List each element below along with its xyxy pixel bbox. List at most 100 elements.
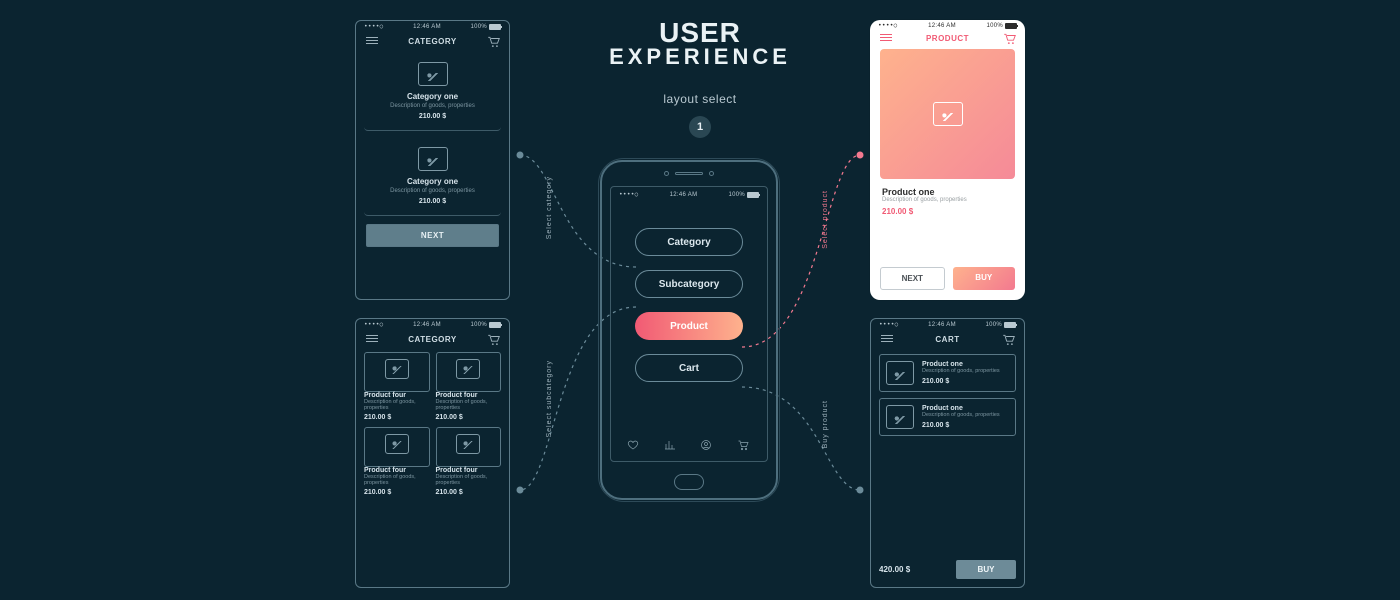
stats-icon[interactable] [664, 439, 678, 453]
signal-icon: ••••○ [878, 22, 898, 29]
menu-icon[interactable] [366, 36, 378, 46]
buy-button[interactable]: BUY [956, 560, 1016, 579]
category-card[interactable]: Category one Description of goods, prope… [364, 54, 501, 131]
image-icon [456, 359, 480, 379]
cart-icon[interactable] [737, 439, 751, 453]
image-icon [385, 434, 409, 454]
image-icon [418, 147, 448, 171]
profile-icon[interactable] [700, 439, 714, 453]
status-bar: ••••○ 12:46 AM 100% [870, 20, 1025, 29]
product-price: 210.00 $ [436, 489, 502, 496]
product-name: Product four [436, 467, 502, 474]
category-price: 210.00 $ [368, 198, 497, 205]
subtitle: layout select [0, 92, 1400, 106]
battery-icon: 100% [728, 192, 759, 198]
product-desc: Description of goods, properties [364, 474, 430, 486]
battery-icon: 100% [986, 23, 1017, 29]
menu-product[interactable]: Product [635, 312, 743, 340]
image-icon [886, 361, 914, 385]
cart-icon[interactable] [1002, 334, 1014, 344]
battery-icon: 100% [470, 322, 501, 328]
product-tile[interactable] [436, 352, 502, 392]
menu-subcategory[interactable]: Subcategory [635, 270, 743, 298]
product-desc: Description of goods, properties [436, 474, 502, 486]
screen-subcategory: ••••○ 12:46 AM 100% CATEGORY Product fou… [355, 318, 510, 588]
signal-icon: ••••○ [619, 191, 639, 198]
screen-title: PRODUCT [926, 34, 969, 43]
product-tile[interactable] [436, 427, 502, 467]
status-bar: ••••○ 12:46 AM 100% [871, 319, 1024, 328]
product-price: 210.00 $ [364, 489, 430, 496]
product-desc: Description of goods, properties [882, 197, 1013, 203]
screen-title: CATEGORY [408, 37, 456, 46]
status-time: 12:46 AM [413, 24, 441, 30]
next-button[interactable]: NEXT [366, 224, 499, 247]
category-price: 210.00 $ [368, 113, 497, 120]
status-bar: ••••○ 12:46 AM 100% [356, 319, 509, 328]
connector-label-cart: Buy product [822, 400, 829, 448]
menu-icon[interactable] [880, 33, 892, 43]
status-time: 12:46 AM [928, 322, 956, 328]
category-desc: Description of goods, properties [368, 188, 497, 194]
connector-label-subcategory: Select subcategory [546, 360, 553, 438]
image-icon [886, 405, 914, 429]
cart-item-name: Product one [922, 361, 1000, 368]
screen-title: CART [935, 335, 959, 344]
product-name: Product four [436, 392, 502, 399]
image-icon [933, 102, 963, 126]
headline: USER EXPERIENCE [0, 22, 1400, 70]
signal-icon: ••••○ [364, 321, 384, 328]
product-hero-image [880, 49, 1015, 179]
menu-cart[interactable]: Cart [635, 354, 743, 382]
cart-item-price: 210.00 $ [922, 378, 1000, 385]
screen-product: ••••○ 12:46 AM 100% PRODUCT Product one … [870, 20, 1025, 300]
product-desc: Description of goods, properties [364, 399, 430, 411]
heart-icon[interactable] [627, 439, 641, 453]
cart-item-desc: Description of goods, properties [922, 368, 1000, 374]
cart-total: 420.00 $ [879, 565, 910, 574]
image-icon [456, 434, 480, 454]
sensor-icon [709, 171, 714, 176]
cart-icon[interactable] [487, 334, 499, 344]
cart-item-price: 210.00 $ [922, 422, 1000, 429]
screen-title: CATEGORY [408, 335, 456, 344]
buy-button[interactable]: BUY [953, 267, 1016, 290]
cart-item[interactable]: Product oneDescription of goods, propert… [879, 398, 1016, 436]
screen-cart: ••••○ 12:46 AM 100% CART Product oneDesc… [870, 318, 1025, 588]
battery-icon: 100% [985, 322, 1016, 328]
next-button[interactable]: NEXT [880, 267, 945, 290]
image-icon [418, 62, 448, 86]
step-badge: 1 [689, 116, 711, 138]
product-name: Product four [364, 467, 430, 474]
product-tile[interactable] [364, 352, 430, 392]
menu-icon[interactable] [366, 334, 378, 344]
product-tile[interactable] [364, 427, 430, 467]
menu-icon[interactable] [881, 334, 893, 344]
signal-icon: ••••○ [364, 23, 384, 30]
device-notch [659, 170, 719, 176]
cart-icon[interactable] [1003, 33, 1015, 43]
status-bar: ••••○ 12:46 AM 100% [611, 187, 767, 198]
cart-icon[interactable] [487, 36, 499, 46]
signal-icon: ••••○ [879, 321, 899, 328]
center-device: ••••○ 12:46 AM 100% Category Subcategory… [600, 160, 778, 500]
product-name: Product four [364, 392, 430, 399]
image-icon [385, 359, 409, 379]
product-price: 210.00 $ [436, 414, 502, 421]
tab-bar [627, 439, 751, 453]
camera-icon [664, 171, 669, 176]
category-card[interactable]: Category one Description of goods, prope… [364, 139, 501, 216]
category-name: Category one [368, 92, 497, 101]
status-time: 12:46 AM [413, 322, 441, 328]
cart-item-desc: Description of goods, properties [922, 412, 1000, 418]
headline-line-1: USER [0, 22, 1400, 44]
connector-label-category: Select category [546, 176, 553, 239]
status-time: 12:46 AM [928, 23, 956, 29]
home-button[interactable] [674, 474, 704, 490]
product-price: 210.00 $ [882, 207, 1013, 216]
product-price: 210.00 $ [364, 414, 430, 421]
cart-item[interactable]: Product oneDescription of goods, propert… [879, 354, 1016, 392]
battery-icon: 100% [470, 24, 501, 30]
cart-item-name: Product one [922, 405, 1000, 412]
menu-category[interactable]: Category [635, 228, 743, 256]
